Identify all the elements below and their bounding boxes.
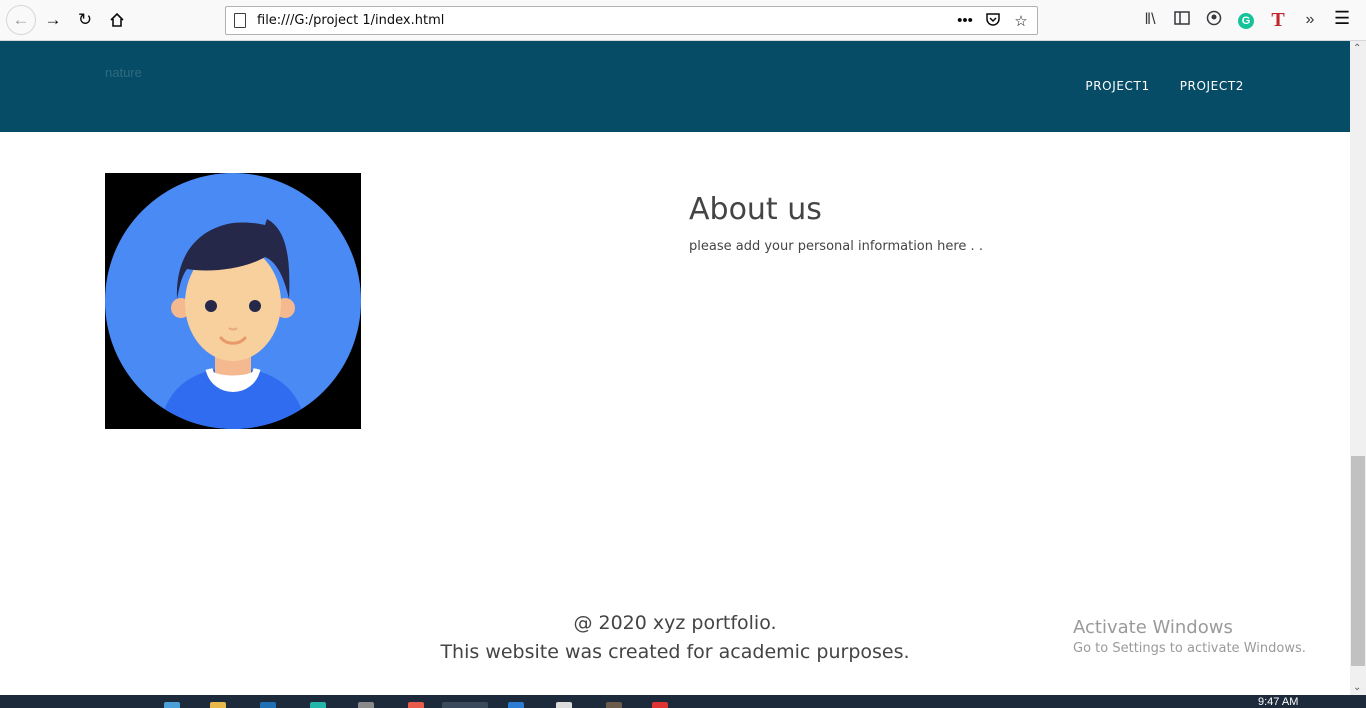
url-bar[interactable]: file:///G:/project 1/index.html ••• ☆: [225, 6, 1038, 35]
home-icon: [110, 12, 124, 27]
windows-taskbar: 9:47 AM: [0, 695, 1366, 708]
page-icon: [234, 13, 246, 28]
pocket-icon[interactable]: [983, 11, 1003, 31]
reload-icon: ↻: [77, 10, 93, 29]
avatar-illustration: [105, 173, 361, 429]
about-text: please add your personal information her…: [689, 239, 983, 254]
avatar-image: [105, 173, 361, 429]
scroll-down-icon[interactable]: ⌄: [1353, 682, 1361, 693]
ellipsis-icon[interactable]: •••: [955, 12, 975, 29]
main-nav: PROJECT1 PROJECT2: [1085, 79, 1244, 93]
page-viewport: nature PROJECT1 PROJECT2 About us please…: [0, 41, 1350, 695]
home-button[interactable]: [103, 6, 131, 34]
taskbar-folder-icon[interactable]: [210, 702, 226, 708]
vertical-scrollbar[interactable]: ⌃ ⌄: [1350, 41, 1366, 695]
nav-link-project2[interactable]: PROJECT2: [1180, 79, 1244, 93]
arrow-left-icon: ←: [12, 10, 30, 29]
taskbar-app-icon[interactable]: [358, 702, 374, 708]
arrow-right-icon: →: [44, 10, 62, 29]
reload-button[interactable]: ↻: [71, 6, 99, 34]
activate-windows-watermark: Activate Windows Go to Settings to activ…: [1073, 617, 1306, 656]
double-chevron-icon[interactable]: »: [1294, 11, 1326, 29]
scrollbar-thumb[interactable]: [1351, 456, 1365, 666]
grammarly-icon[interactable]: G: [1230, 11, 1262, 29]
taskbar-app-icon[interactable]: [652, 702, 668, 708]
watermark-title: Activate Windows: [1073, 617, 1233, 638]
url-text[interactable]: file:///G:/project 1/index.html: [257, 13, 444, 28]
taskbar-app-icon[interactable]: [556, 702, 572, 708]
taskbar-app-icon[interactable]: [408, 702, 424, 708]
taskbar-app-icon[interactable]: [508, 702, 524, 708]
taskbar-app-icon[interactable]: [310, 702, 326, 708]
star-icon[interactable]: ☆: [1011, 12, 1031, 30]
scroll-up-icon[interactable]: ⌃: [1353, 43, 1361, 54]
site-header: nature PROJECT1 PROJECT2: [0, 41, 1350, 132]
forward-button[interactable]: →: [39, 6, 67, 34]
taskbar-app-icon[interactable]: [260, 702, 276, 708]
about-heading: About us: [689, 192, 822, 227]
browser-toolbar: ← → ↻ file:///G:/project 1/index.html ••…: [0, 0, 1366, 41]
watermark-subtitle: Go to Settings to activate Windows.: [1073, 641, 1306, 656]
account-icon[interactable]: [1198, 10, 1230, 31]
back-button[interactable]: ←: [6, 5, 36, 35]
taskbar-active-app[interactable]: [442, 702, 488, 708]
taskbar-clock[interactable]: 9:47 AM: [1258, 696, 1298, 708]
nav-link-project1[interactable]: PROJECT1: [1085, 79, 1149, 93]
brand-logo[interactable]: nature: [105, 65, 142, 80]
library-icon[interactable]: ‖\: [1134, 11, 1166, 29]
taskbar-app-icon[interactable]: [164, 702, 180, 708]
extension-t-icon[interactable]: T: [1262, 9, 1294, 32]
hamburger-menu-icon[interactable]: ☰: [1334, 8, 1350, 29]
taskbar-app-icon[interactable]: [606, 702, 622, 708]
sidebar-icon[interactable]: [1166, 10, 1198, 30]
